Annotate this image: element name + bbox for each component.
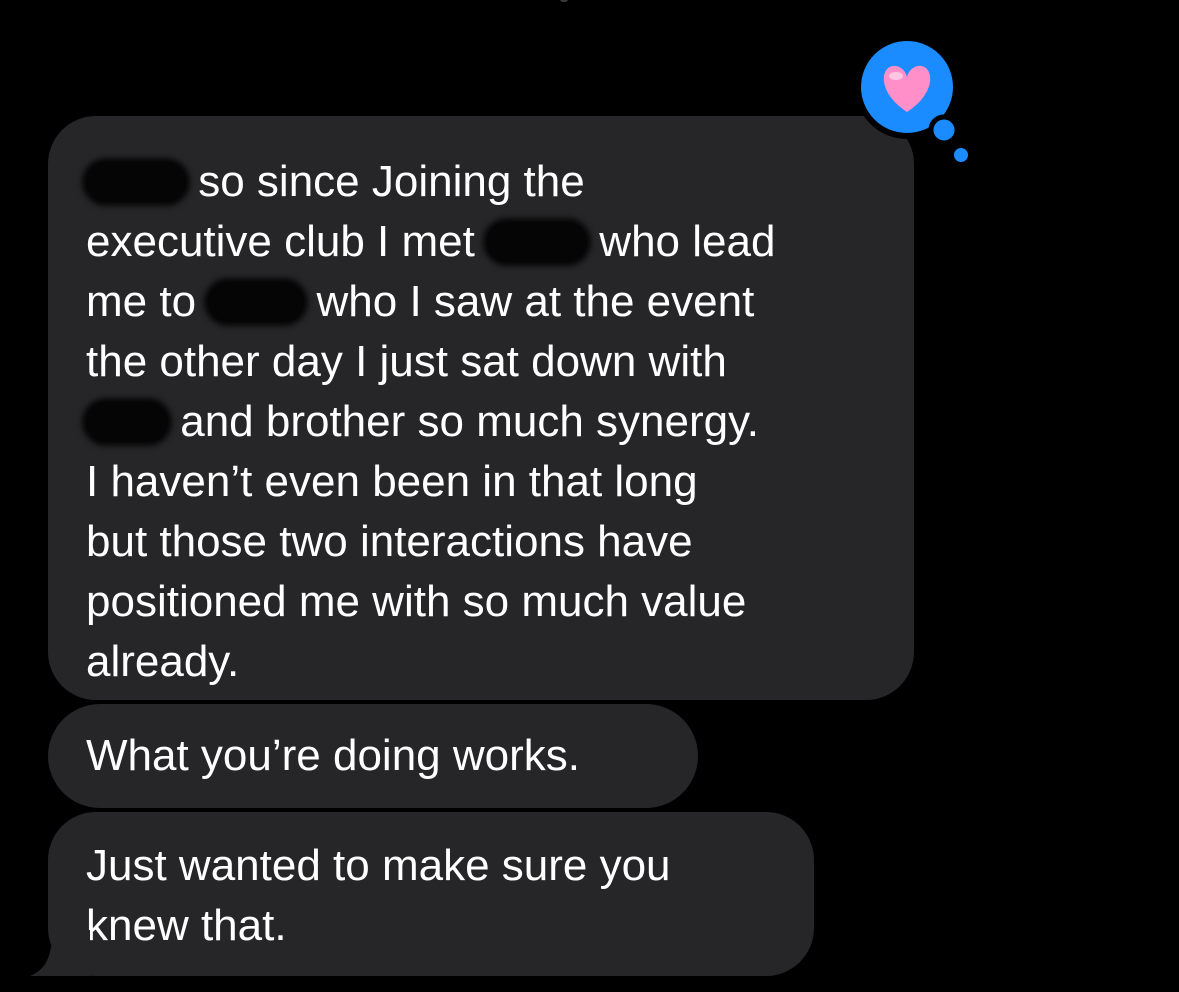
message-text: What you’re doing works.: [86, 731, 580, 780]
message-text: who I saw at the event: [304, 277, 755, 326]
message-text: and brother so much synergy.: [168, 397, 760, 446]
redaction-mark: [487, 222, 588, 262]
message-bubble-3[interactable]: Just wanted to make sure you knew that.: [48, 812, 814, 976]
bubble-tail: [30, 930, 90, 976]
message-line: the other day I just sat down with: [86, 332, 876, 392]
message-line: positioned me with so much value: [86, 572, 876, 632]
message-line: me to who I saw at the event: [86, 272, 876, 332]
tapback-tail-dot-small: [954, 148, 968, 162]
message-bubble-1[interactable]: so since Joining the executive club I me…: [48, 116, 914, 700]
message-text: me to: [86, 277, 209, 326]
message-line: already.: [86, 632, 876, 692]
message-text: I haven’t even been in that long: [86, 457, 698, 506]
redaction-mark: [86, 162, 186, 202]
message-line: I haven’t even been in that long: [86, 452, 876, 512]
message-text: Just wanted to make sure you: [86, 841, 671, 890]
message-line: so since Joining the: [86, 152, 876, 212]
message-line: and brother so much synergy.: [86, 392, 876, 452]
redaction-mark: [208, 282, 305, 322]
message-text: who lead: [587, 217, 776, 266]
message-line: but those two interactions have: [86, 512, 876, 572]
heart-highlight: [889, 72, 903, 80]
message-text: positioned me with so much value: [86, 577, 747, 626]
message-line: executive club I met who lead: [86, 212, 876, 272]
message-bubble-2[interactable]: What you’re doing works.: [48, 704, 698, 808]
message-text: but those two interactions have: [86, 517, 693, 566]
message-text: so since Joining the: [186, 157, 585, 206]
message-text: executive club I met: [86, 217, 488, 266]
message-text: already.: [86, 637, 240, 686]
message-text: the other day I just sat down with: [86, 337, 727, 386]
tapback-heart-reaction[interactable]: [856, 34, 976, 164]
tapback-tail-dot-large: [928, 114, 960, 146]
message-text: knew that.: [86, 901, 287, 950]
scroll-edge-mark: [560, 0, 568, 2]
redaction-mark: [86, 402, 168, 442]
